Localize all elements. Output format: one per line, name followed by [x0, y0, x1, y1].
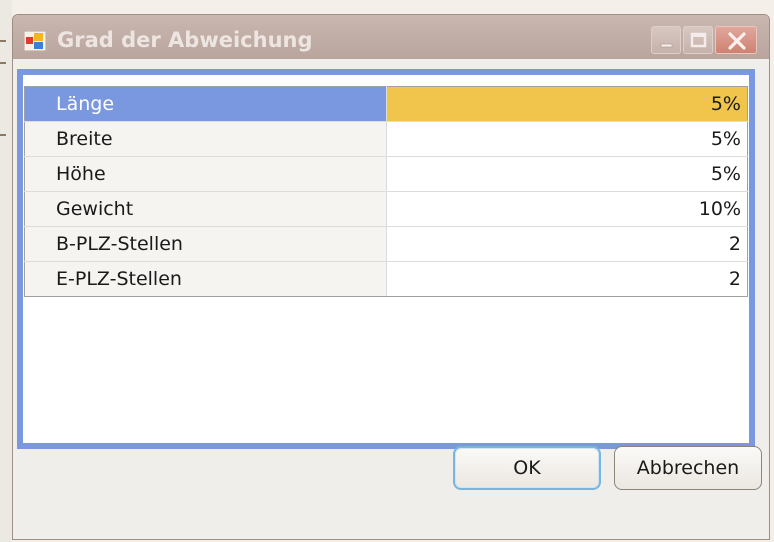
grid-row[interactable]: E-PLZ-Stellen 2 — [24, 261, 748, 297]
background-mark — [0, 134, 6, 136]
grid-row-value[interactable]: 2 — [386, 261, 748, 297]
close-icon — [728, 32, 746, 50]
maximize-icon — [690, 32, 707, 48]
ok-button[interactable]: OK — [453, 446, 601, 490]
grid-row[interactable]: B-PLZ-Stellen 2 — [24, 226, 748, 262]
property-grid-frame: Länge 5% Breite 5% Höhe 5% Gewicht 10% B-PLZ-Ste… — [17, 69, 755, 449]
grid-row-value[interactable]: 5% — [386, 121, 748, 157]
grid-row[interactable]: Gewicht 10% — [24, 191, 748, 227]
maximize-button[interactable] — [683, 26, 713, 54]
close-button[interactable] — [715, 26, 757, 54]
cancel-button[interactable]: Abbrechen — [614, 446, 762, 490]
background-mark — [0, 62, 6, 64]
grid-row-name[interactable]: Höhe — [24, 156, 387, 192]
grid-row[interactable]: Länge 5% — [24, 86, 748, 122]
app-icon — [24, 31, 46, 51]
minimize-icon — [660, 43, 673, 48]
background-desktop — [0, 0, 12, 542]
grid-row-value[interactable]: 2 — [386, 226, 748, 262]
window-title: Grad der Abweichung — [57, 28, 313, 52]
grid-row-name[interactable]: B-PLZ-Stellen — [24, 226, 387, 262]
grid-row-value[interactable]: 5% — [386, 156, 748, 192]
minimize-button[interactable] — [651, 26, 681, 54]
grid-row-name[interactable]: Länge — [24, 86, 387, 122]
dialog-window: Grad der Abweichung Länge 5% Breite 5% Höhe 5… — [12, 14, 770, 540]
grid-row-name[interactable]: Breite — [24, 121, 387, 157]
grid-row[interactable]: Breite 5% — [24, 121, 748, 157]
grid-row[interactable]: Höhe 5% — [24, 156, 748, 192]
background-mark — [0, 40, 6, 42]
grid-row-value[interactable]: 5% — [386, 86, 748, 122]
grid-row-name[interactable]: E-PLZ-Stellen — [24, 261, 387, 297]
property-table: Länge 5% Breite 5% Höhe 5% Gewicht 10% B-PLZ-Ste… — [24, 86, 748, 297]
title-bar[interactable]: Grad der Abweichung — [13, 15, 769, 59]
grid-row-value[interactable]: 10% — [386, 191, 748, 227]
grid-row-name[interactable]: Gewicht — [24, 191, 387, 227]
property-grid[interactable]: Länge 5% Breite 5% Höhe 5% Gewicht 10% B-PLZ-Ste… — [23, 75, 749, 443]
